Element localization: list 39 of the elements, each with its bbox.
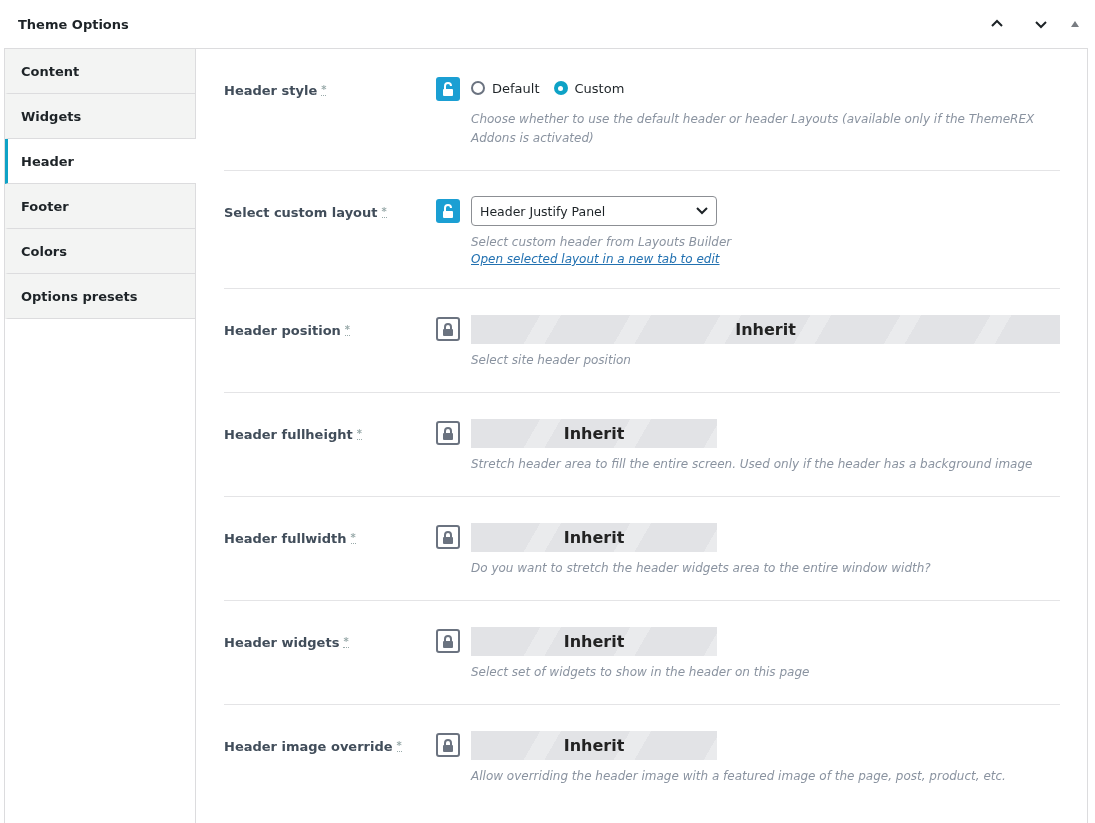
option-label: Header position [224,323,341,338]
inherit-field[interactable]: Inherit [471,523,717,552]
layout-dropdown[interactable]: Header Justify Panel [471,196,717,226]
lock-icon[interactable] [436,629,460,653]
inherit-field[interactable]: Inherit [471,419,717,448]
option-description: Select set of widgets to show in the header on this page [471,664,811,681]
option-label: Header fullheight [224,427,353,442]
panel-title: Theme Options [18,16,130,32]
collapse-icon [1070,20,1080,28]
sidebar-tab[interactable]: Header [5,139,196,184]
sidebar-tab[interactable]: Footer [5,184,195,229]
radio-option[interactable]: Custom [553,80,625,96]
option-description: Do you want to stretch the header widgets area to the entire window width? [471,560,932,577]
lock-icon[interactable] [436,525,460,549]
lock-icon[interactable] [436,421,460,445]
option-description: Select site header position [471,352,632,369]
unlock-icon[interactable] [436,77,460,101]
option-description: Stretch header area to fill the entire screen. Used only if the header has a background image [471,456,1034,473]
unlock-icon[interactable] [436,199,460,223]
inherit-field[interactable]: Inherit [471,627,717,656]
lock-icon[interactable] [436,733,460,757]
inherit-field[interactable]: Inherit [471,315,1060,344]
option-label: Header style [224,83,318,98]
option-label: Select custom layout [224,205,378,220]
edit-layout-link[interactable]: Open selected layout in a new tab to edit [471,252,720,266]
option-label: Header widgets [224,635,340,650]
option-description: Select custom header from Layouts Builder [471,234,733,251]
caret-icon [696,207,708,215]
sidebar-tab[interactable]: Widgets [5,94,195,139]
lock-icon[interactable] [436,317,460,341]
option-description: Allow overriding the header image with a featured image of the page, post, product, etc. [471,768,1007,785]
radio-option[interactable]: Default [471,80,540,96]
option-label: Header image override [224,739,393,754]
sidebar-tab[interactable]: Content [5,49,195,94]
inherit-field[interactable]: Inherit [471,731,717,760]
sidebar-tab[interactable]: Options presets [5,274,195,319]
option-label: Header fullwidth [224,531,347,546]
option-description: Choose whether to use the default header or header Layouts (available only if the ThemeREX Addons is activated) [471,111,1036,147]
sidebar-tab[interactable]: Colors [5,229,195,274]
